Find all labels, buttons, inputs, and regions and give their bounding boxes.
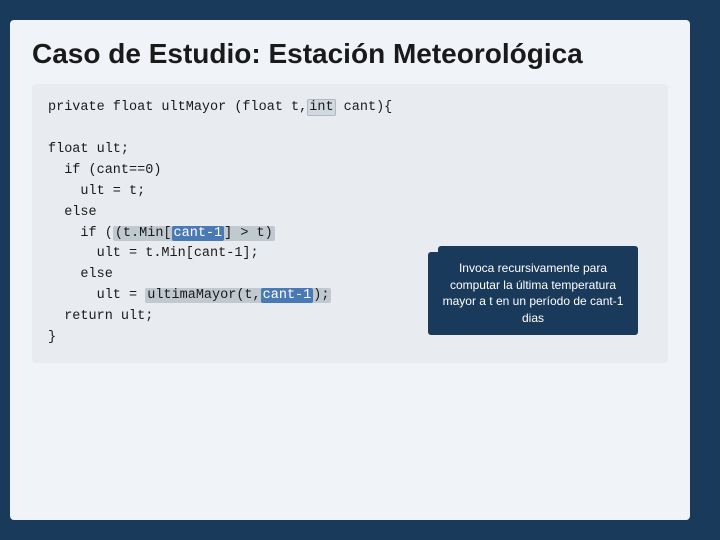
code-area: private float ultMayor (float t,int cant…	[32, 84, 668, 363]
code-line-1: private float ultMayor (float t,int cant…	[48, 98, 652, 119]
cant-minus-1-highlight-1: cant-1	[172, 226, 225, 241]
page-title: Caso de Estudio: Estación Meteorológica	[32, 38, 668, 70]
code-line-3: float ult;	[48, 140, 652, 161]
tmin-highlight: (t.Min[cant-1] > t)	[113, 226, 275, 241]
tooltip-invoca: Invoca recursivamente para computar la ú…	[428, 252, 638, 335]
code-line-7: if ((t.Min[cant-1] > t)	[48, 224, 652, 245]
code-line-5: ult = t;	[48, 182, 652, 203]
main-content: Caso de Estudio: Estación Meteorológica …	[10, 20, 690, 520]
int-highlight: int	[307, 99, 335, 116]
code-line-2	[48, 119, 652, 140]
cant-minus-1-highlight-2: cant-1	[261, 288, 314, 303]
code-line-6: else	[48, 203, 652, 224]
code-block: private float ultMayor (float t,int cant…	[48, 98, 652, 349]
slide: Caso de Estudio: Estación Meteorológica …	[0, 0, 720, 540]
ultima-mayor-highlight: ultimaMayor(t,cant-1);	[145, 288, 331, 303]
code-line-4: if (cant==0)	[48, 161, 652, 182]
